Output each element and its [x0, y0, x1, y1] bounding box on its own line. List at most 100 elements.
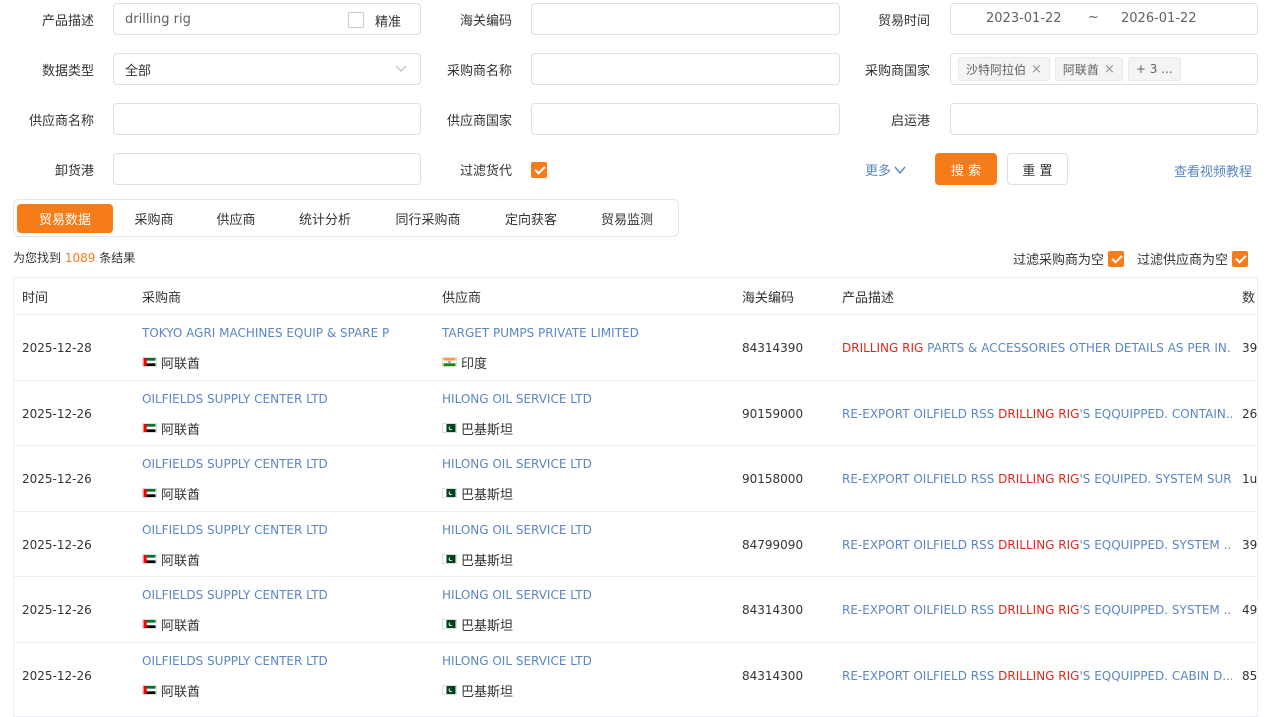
data-type-select[interactable]: 全部	[113, 53, 421, 85]
close-icon[interactable]: ×	[1104, 62, 1115, 77]
supplier-country-name: 印度	[461, 357, 488, 372]
desc-prefix: RE-EXPORT OILFIELD RSS	[842, 538, 999, 552]
tab-peer-buyers[interactable]: 同行采购商	[383, 204, 473, 233]
supplier-link[interactable]: HILONG OIL SERVICE LTD	[442, 523, 592, 537]
buyer-country-select[interactable]: 沙特阿拉伯 × 阿联酋 × + 3 ...	[950, 53, 1258, 85]
uae-flag-icon	[142, 618, 157, 629]
supplier-link[interactable]: HILONG OIL SERVICE LTD	[442, 588, 592, 602]
supplier-link[interactable]: HILONG OIL SERVICE LTD	[442, 392, 592, 406]
row-hs-code: 90158000	[742, 472, 804, 486]
tab-trade-data[interactable]: 贸易数据	[17, 204, 113, 233]
desc-prefix: RE-EXPORT OILFIELD RSS	[842, 669, 999, 683]
data-type-value: 全部	[125, 63, 152, 79]
buyer-link[interactable]: OILFIELDS SUPPLY CENTER LTD	[142, 392, 328, 406]
filter-supplier-empty-checkbox[interactable]	[1232, 250, 1249, 267]
buyer-link[interactable]: OILFIELDS SUPPLY CENTER LTD	[142, 523, 328, 537]
table-row: 2025-12-26 OILFIELDS SUPPLY CENTER LTD 阿联酋…	[14, 380, 1258, 446]
result-tabs: 贸易数据 采购商 供应商 统计分析 同行采购商 定向获客 贸易监测	[13, 199, 679, 237]
tab-statistics[interactable]: 统计分析	[287, 204, 363, 233]
supplier-link[interactable]: TARGET PUMPS PRIVATE LIMITED	[442, 326, 639, 340]
chevron-down-icon	[894, 165, 906, 175]
tab-trade-monitor[interactable]: 贸易监测	[589, 204, 665, 233]
close-icon[interactable]: ×	[1031, 62, 1042, 77]
row-hs-code: 84799090	[742, 538, 804, 552]
buyer-link[interactable]: TOKYO AGRI MACHINES EQUIP & SPARE P	[142, 326, 389, 340]
table-row: 2025-12-26 OILFIELDS SUPPLY CENTER LTD 阿联酋…	[14, 642, 1257, 708]
product-desc-label: 产品描述	[41, 14, 94, 29]
exact-match-checkbox[interactable]	[348, 12, 364, 28]
row-qty: 49	[1242, 603, 1258, 617]
buyer-link[interactable]: OILFIELDS SUPPLY CENTER LTD	[142, 457, 328, 471]
buyer-link[interactable]: OILFIELDS SUPPLY CENTER LTD	[142, 588, 328, 602]
filter-forwarder-label: 过滤货代	[459, 164, 512, 179]
filter-supplier-empty[interactable]: 过滤供应商为空	[1137, 249, 1249, 268]
col-header-hs: 海关编码	[742, 291, 795, 306]
video-tutorial-link[interactable]: 查看视频教程	[1174, 161, 1252, 180]
filter-buyer-empty-checkbox[interactable]	[1108, 250, 1125, 267]
buyer-link[interactable]: OILFIELDS SUPPLY CENTER LTD	[142, 654, 328, 668]
tab-suppliers[interactable]: 供应商	[205, 204, 267, 233]
product-desc-link[interactable]: RE-EXPORT OILFIELD RSS DRILLING RIG'S EQ…	[842, 538, 1232, 552]
product-desc-link[interactable]: RE-EXPORT OILFIELD RSS DRILLING RIG'S EQ…	[842, 669, 1232, 683]
product-desc-link[interactable]: RE-EXPORT OILFIELD RSS DRILLING RIG'S EQ…	[842, 603, 1232, 617]
col-header-date: 时间	[22, 291, 49, 306]
product-desc-link[interactable]: DRILLING RIG PARTS & ACCESSORIES OTHER D…	[842, 341, 1232, 355]
pakistan-flag-icon	[442, 553, 457, 564]
buyer-country: 阿联酋	[142, 681, 200, 700]
buyer-country-name: 阿联酋	[161, 423, 201, 438]
supplier-country-name: 巴基斯坦	[461, 554, 514, 569]
product-desc-input[interactable]: drilling rig 精准	[113, 3, 421, 35]
filter-supplier-empty-label: 过滤供应商为空	[1137, 253, 1229, 268]
row-qty: 39	[1242, 341, 1258, 355]
more-filters-toggle[interactable]: 更多	[865, 160, 906, 179]
col-header-buyer: 采购商	[142, 291, 182, 306]
desc-suffix: 'S EQQUIPPED. SYSTEM ...	[1079, 538, 1232, 552]
product-desc-link[interactable]: RE-EXPORT OILFIELD RSS DRILLING RIG'S EQ…	[842, 407, 1232, 421]
buyer-country: 阿联酋	[142, 419, 200, 438]
buyer-country-name: 阿联酋	[161, 488, 201, 503]
col-header-desc: 产品描述	[842, 291, 895, 306]
origin-port-input[interactable]	[950, 103, 1258, 135]
dest-port-label: 卸货港	[54, 164, 94, 179]
desc-suffix: 'S EQUIPED. SYSTEM SUR...	[1079, 472, 1232, 486]
row-qty: 26	[1242, 407, 1258, 421]
desc-highlight: DRILLING RIG	[842, 341, 924, 355]
supplier-link[interactable]: HILONG OIL SERVICE LTD	[442, 654, 592, 668]
buyer-country-name: 阿联酋	[161, 357, 201, 372]
data-type-label: 数据类型	[41, 64, 94, 79]
supplier-country-input[interactable]	[531, 103, 840, 135]
uae-flag-icon	[142, 487, 157, 498]
hs-code-input[interactable]	[531, 3, 840, 35]
filter-forwarder-checkbox[interactable]	[531, 162, 547, 178]
row-date: 2025-12-26	[22, 407, 92, 421]
supplier-country-label: 供应商国家	[446, 114, 512, 129]
desc-suffix: 'S EQQUIPPED. CABIN D...	[1079, 669, 1232, 683]
buyer-country-label: 采购商国家	[864, 64, 930, 79]
date-start[interactable]: 2023-01-22	[986, 11, 1062, 26]
date-end[interactable]: 2026-01-22	[1121, 11, 1197, 26]
buyer-country-name: 阿联酋	[161, 685, 201, 700]
supplier-link[interactable]: HILONG OIL SERVICE LTD	[442, 457, 592, 471]
date-range-picker[interactable]: 2023-01-22 ~ 2026-01-22	[950, 3, 1258, 35]
table-row: 2025-12-26 OILFIELDS SUPPLY CENTER LTD 阿联酋…	[14, 511, 1257, 577]
trade-table: 时间 采购商 供应商 海关编码 产品描述 数 2025-12-28 TOKYO A…	[13, 277, 1258, 717]
tab-targeted-leads[interactable]: 定向获客	[493, 204, 569, 233]
dest-port-input[interactable]	[113, 153, 421, 185]
tab-buyers[interactable]: 采购商	[123, 204, 185, 233]
search-button[interactable]: 搜 索	[935, 153, 997, 185]
desc-highlight: DRILLING RIG	[998, 538, 1080, 552]
product-desc-link[interactable]: RE-EXPORT OILFIELD RSS DRILLING RIG'S EQ…	[842, 472, 1232, 486]
buyer-name-input[interactable]	[531, 53, 840, 85]
desc-prefix: RE-EXPORT OILFIELD RSS	[842, 472, 999, 486]
chevron-down-icon	[395, 62, 407, 78]
uae-flag-icon	[142, 684, 157, 695]
filter-buyer-empty[interactable]: 过滤采购商为空	[1013, 249, 1125, 268]
supplier-country: 巴基斯坦	[442, 681, 513, 700]
desc-suffix: 'S EQQUIPPED. SYSTEM ...	[1079, 603, 1232, 617]
country-tag-more[interactable]: + 3 ...	[1127, 57, 1181, 81]
reset-button[interactable]: 重 置	[1007, 153, 1068, 185]
supplier-country-name: 巴基斯坦	[461, 423, 514, 438]
supplier-name-input[interactable]	[113, 103, 421, 135]
pakistan-flag-icon	[442, 422, 457, 433]
supplier-country-name: 巴基斯坦	[461, 619, 514, 634]
